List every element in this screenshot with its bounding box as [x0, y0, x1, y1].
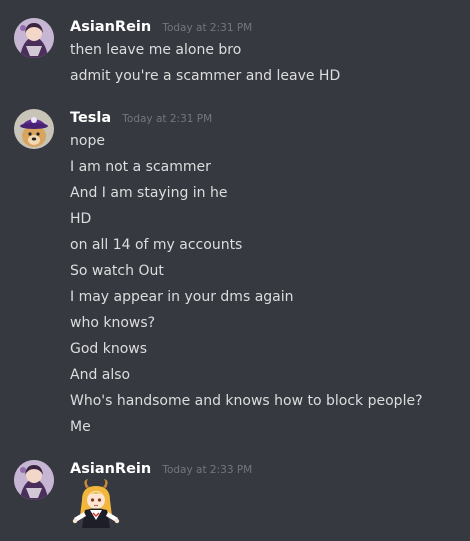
- message-group: AsianRein Today at 2:31 PM then leave me…: [0, 16, 470, 84]
- dragon-girl-sticker-icon: [72, 479, 120, 528]
- message-text: And I am staying in he: [70, 185, 228, 201]
- message-text: So watch Out: [70, 263, 164, 279]
- username[interactable]: AsianRein: [70, 19, 151, 35]
- message-group: Tesla Today at 2:31 PM nope I am not a s…: [0, 107, 470, 439]
- message-lines: nope I am not a scammer And I am staying…: [70, 128, 460, 440]
- message-text: Me: [70, 419, 91, 435]
- username[interactable]: Tesla: [70, 110, 111, 126]
- message-text: then leave me alone bro: [70, 42, 242, 58]
- message-text: Who's handsome and knows how to block pe…: [70, 393, 423, 409]
- message-header: AsianRein Today at 2:33 PM: [70, 458, 252, 480]
- avatar[interactable]: [14, 18, 54, 58]
- timestamp: Today at 2:33 PM: [162, 464, 253, 476]
- message-text: And also: [70, 367, 131, 383]
- anime-avatar-icon: [14, 460, 54, 500]
- timestamp: Today at 2:31 PM: [162, 22, 253, 34]
- message-text: admit you're a scammer and leave HD: [70, 68, 341, 84]
- message-header: AsianRein Today at 2:31 PM: [70, 16, 252, 38]
- message-text: who knows?: [70, 315, 156, 331]
- message-text: God knows: [70, 341, 148, 357]
- timestamp: Today at 2:31 PM: [122, 113, 213, 125]
- message-text: I may appear in your dms again: [70, 289, 294, 305]
- message-text: I am not a scammer: [70, 159, 211, 175]
- avatar[interactable]: [14, 460, 54, 500]
- message-text: on all 14 of my accounts: [70, 237, 243, 253]
- username[interactable]: AsianRein: [70, 461, 151, 477]
- anime-avatar-icon: [14, 18, 54, 58]
- message-header: Tesla Today at 2:31 PM: [70, 107, 212, 129]
- message-text: HD: [70, 211, 92, 227]
- chat-messages: AsianRein Today at 2:31 PM then leave me…: [0, 0, 470, 541]
- anime-sticker-image[interactable]: [70, 478, 122, 530]
- message-lines: then leave me alone bro admit you're a s…: [70, 37, 460, 89]
- message-text: nope: [70, 133, 105, 149]
- dog-avatar-icon: [14, 109, 54, 149]
- message-group: AsianRein Today at 2:33 PM: [0, 458, 470, 538]
- avatar[interactable]: [14, 109, 54, 149]
